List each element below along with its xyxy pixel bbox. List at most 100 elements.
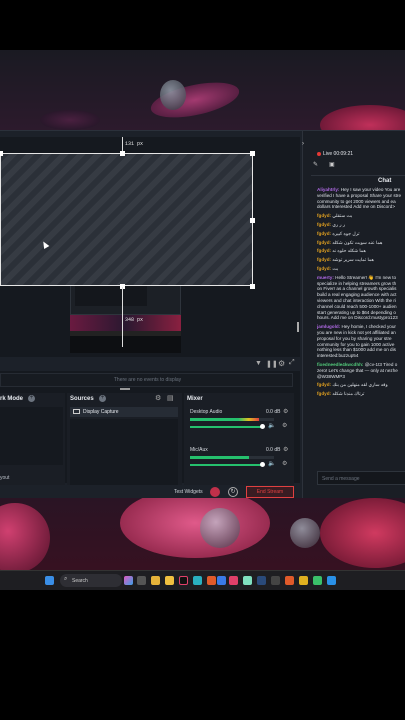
speaker-icon[interactable]: 🔈 xyxy=(268,460,275,467)
mixer-title: Mixer xyxy=(187,396,203,402)
chat-text: channel could reach 500-1000+ audien xyxy=(317,303,397,309)
chat-text: هما عنه سويت تكون شكله xyxy=(332,239,383,245)
chat-text: nothing less than $1000 add me on dis xyxy=(317,347,396,353)
streamlabs-icon[interactable] xyxy=(243,576,252,585)
chat-username[interactable]: jamlugold: xyxy=(317,324,340,329)
collapse-icon[interactable]: › xyxy=(302,141,304,147)
chat-username[interactable]: fgdyd: xyxy=(317,248,331,253)
chat-text: Hello Streamer! 👋 I'm new to xyxy=(335,274,397,280)
test-widgets-label[interactable]: Test Widgets xyxy=(174,489,203,495)
chat-text: interested:buzzup54 xyxy=(317,353,359,359)
source-folder-icon[interactable]: ▤ xyxy=(167,394,174,402)
add-scene-icon[interactable]: + xyxy=(28,395,35,402)
camera-icon[interactable]: ▣ xyxy=(329,161,335,168)
app-icon[interactable] xyxy=(271,576,280,585)
filter-icon[interactable]: ▼ xyxy=(255,360,262,367)
chat-username[interactable]: fgdyd: xyxy=(317,222,331,227)
source-settings-icon[interactable]: ⚙ xyxy=(155,394,161,402)
volume-slider[interactable] xyxy=(190,426,262,428)
gear-icon[interactable]: ⚙ xyxy=(283,408,288,415)
chat-message: fgdyd: ترتاك مندنا شكله xyxy=(317,391,405,397)
brave-icon[interactable] xyxy=(285,576,294,585)
chat-message: fgdyd: هما شكله حلوه نه xyxy=(317,248,405,254)
settings-icon[interactable]: ⚙ xyxy=(278,359,285,368)
chat-message: interested:buzzup54 xyxy=(317,353,405,359)
edge-browser-icon[interactable] xyxy=(327,576,336,585)
app-icon[interactable] xyxy=(313,576,322,585)
splitter-handle[interactable] xyxy=(297,322,299,332)
top-distance-label: 131 px xyxy=(125,141,144,147)
gear-icon[interactable]: ⚙ xyxy=(282,460,287,467)
chat-message-list[interactable]: Aliyahtrly: Hey I saw your video You are… xyxy=(317,187,405,459)
expand-icon[interactable]: ⤢ xyxy=(289,359,295,367)
chrome-icon[interactable] xyxy=(299,576,308,585)
chat-message: dollars Interested Add me on Discord> xyxy=(317,204,405,210)
speaker-icon[interactable]: 🔈 xyxy=(268,422,275,429)
chat-username[interactable]: fgdyd: xyxy=(317,257,331,262)
tiktok-live-icon[interactable] xyxy=(229,576,238,585)
monitor-icon xyxy=(73,409,80,414)
chat-username[interactable]: fgdyd: xyxy=(317,240,331,245)
steam-icon[interactable] xyxy=(257,576,266,585)
channel-db: 0.0 dB xyxy=(266,409,281,415)
gear-icon[interactable]: ⚙ xyxy=(282,422,287,429)
copilot-icon[interactable] xyxy=(124,576,133,585)
no-events-text: There are no events to display xyxy=(113,377,182,383)
slider-knob[interactable] xyxy=(260,462,265,467)
windows-start-icon[interactable] xyxy=(45,576,54,585)
resize-handle[interactable] xyxy=(250,284,255,289)
chat-text: community to get 2000 viewers and ea xyxy=(317,198,396,204)
chat-text: وقه ساري لقه منهلين من بنك xyxy=(332,382,388,388)
chat-username[interactable]: fixedneedle4kwcdhh: xyxy=(317,362,363,367)
screen: 131 px 348 px ▼ ❚❚ ⚙ ⤢ There are no even… xyxy=(0,0,405,720)
chat-text: ترل جوه كبيره xyxy=(332,230,360,236)
scene-canvas-selection[interactable] xyxy=(0,153,253,286)
chat-username[interactable]: fgdyd: xyxy=(317,382,331,387)
scenes-panel: rk Mode + yout xyxy=(0,393,65,488)
mixer-panel: Mixer Desktop Audio 0.0 dB ⚙ 🔈 ⚙ Mic/Aux… xyxy=(184,393,294,488)
resize-handle[interactable] xyxy=(250,218,255,223)
chat-username[interactable]: fgdyd: xyxy=(317,231,331,236)
chat-text: hours. Add me on Discord:mustypro123 xyxy=(317,315,398,321)
slider-knob[interactable] xyxy=(260,424,265,429)
chat-input[interactable]: Send a message xyxy=(317,471,405,485)
taskbar-search[interactable]: ⌕ Search xyxy=(60,574,122,587)
chat-text: @W38WMP3 xyxy=(317,373,345,379)
gear-icon[interactable]: ⚙ xyxy=(283,446,288,453)
replay-icon[interactable]: ↻ xyxy=(228,487,238,497)
app-icon[interactable] xyxy=(217,576,226,585)
chat-text: on Fiverr as a channel growth specialis xyxy=(317,286,397,292)
scene-side-text: yout xyxy=(0,475,10,481)
office-icon[interactable] xyxy=(207,576,216,585)
chat-username[interactable]: fgdyd: xyxy=(317,391,331,396)
chat-username[interactable]: muerty: xyxy=(317,275,334,280)
desktop-wallpaper-top xyxy=(0,50,405,130)
task-view-icon[interactable] xyxy=(137,576,146,585)
pencil-icon[interactable]: ✎ xyxy=(313,161,318,168)
chat-text: build a real engaging audience with act xyxy=(317,292,397,298)
bottom-bar: Test Widgets ↻ End Stream xyxy=(0,485,302,499)
chat-text: start generating up to $64 depending o xyxy=(317,309,396,315)
add-source-icon[interactable]: + xyxy=(99,395,106,402)
chat-username[interactable]: Aliyahtrly: xyxy=(317,187,339,192)
source-item[interactable]: Display Capture xyxy=(70,407,178,417)
chat-text: zero! Let's change that — only at nezhe xyxy=(317,367,398,373)
file-explorer-icon[interactable] xyxy=(151,576,160,585)
end-stream-button[interactable]: End Stream xyxy=(246,486,294,498)
volume-meter xyxy=(190,456,274,459)
tiktok-icon[interactable] xyxy=(179,576,188,585)
record-button[interactable] xyxy=(210,487,220,497)
volume-slider[interactable] xyxy=(190,464,262,466)
resize-handle[interactable] xyxy=(0,151,3,156)
chat-username[interactable]: fgdyd: xyxy=(317,213,331,218)
splitter-handle[interactable] xyxy=(120,388,130,390)
pause-icon[interactable]: ❚❚ xyxy=(266,360,278,368)
chat-username[interactable]: fgdyd: xyxy=(317,266,331,271)
chat-message: fgdyd: بت xyxy=(317,266,405,272)
bottom-distance-label: 348 px xyxy=(125,317,144,323)
edge-icon[interactable] xyxy=(193,576,202,585)
sources-panel: Sources + ⚙ ▤ Display Capture xyxy=(67,393,182,488)
resize-handle[interactable] xyxy=(120,151,125,156)
resize-handle[interactable] xyxy=(250,151,255,156)
folder-icon[interactable] xyxy=(165,576,174,585)
